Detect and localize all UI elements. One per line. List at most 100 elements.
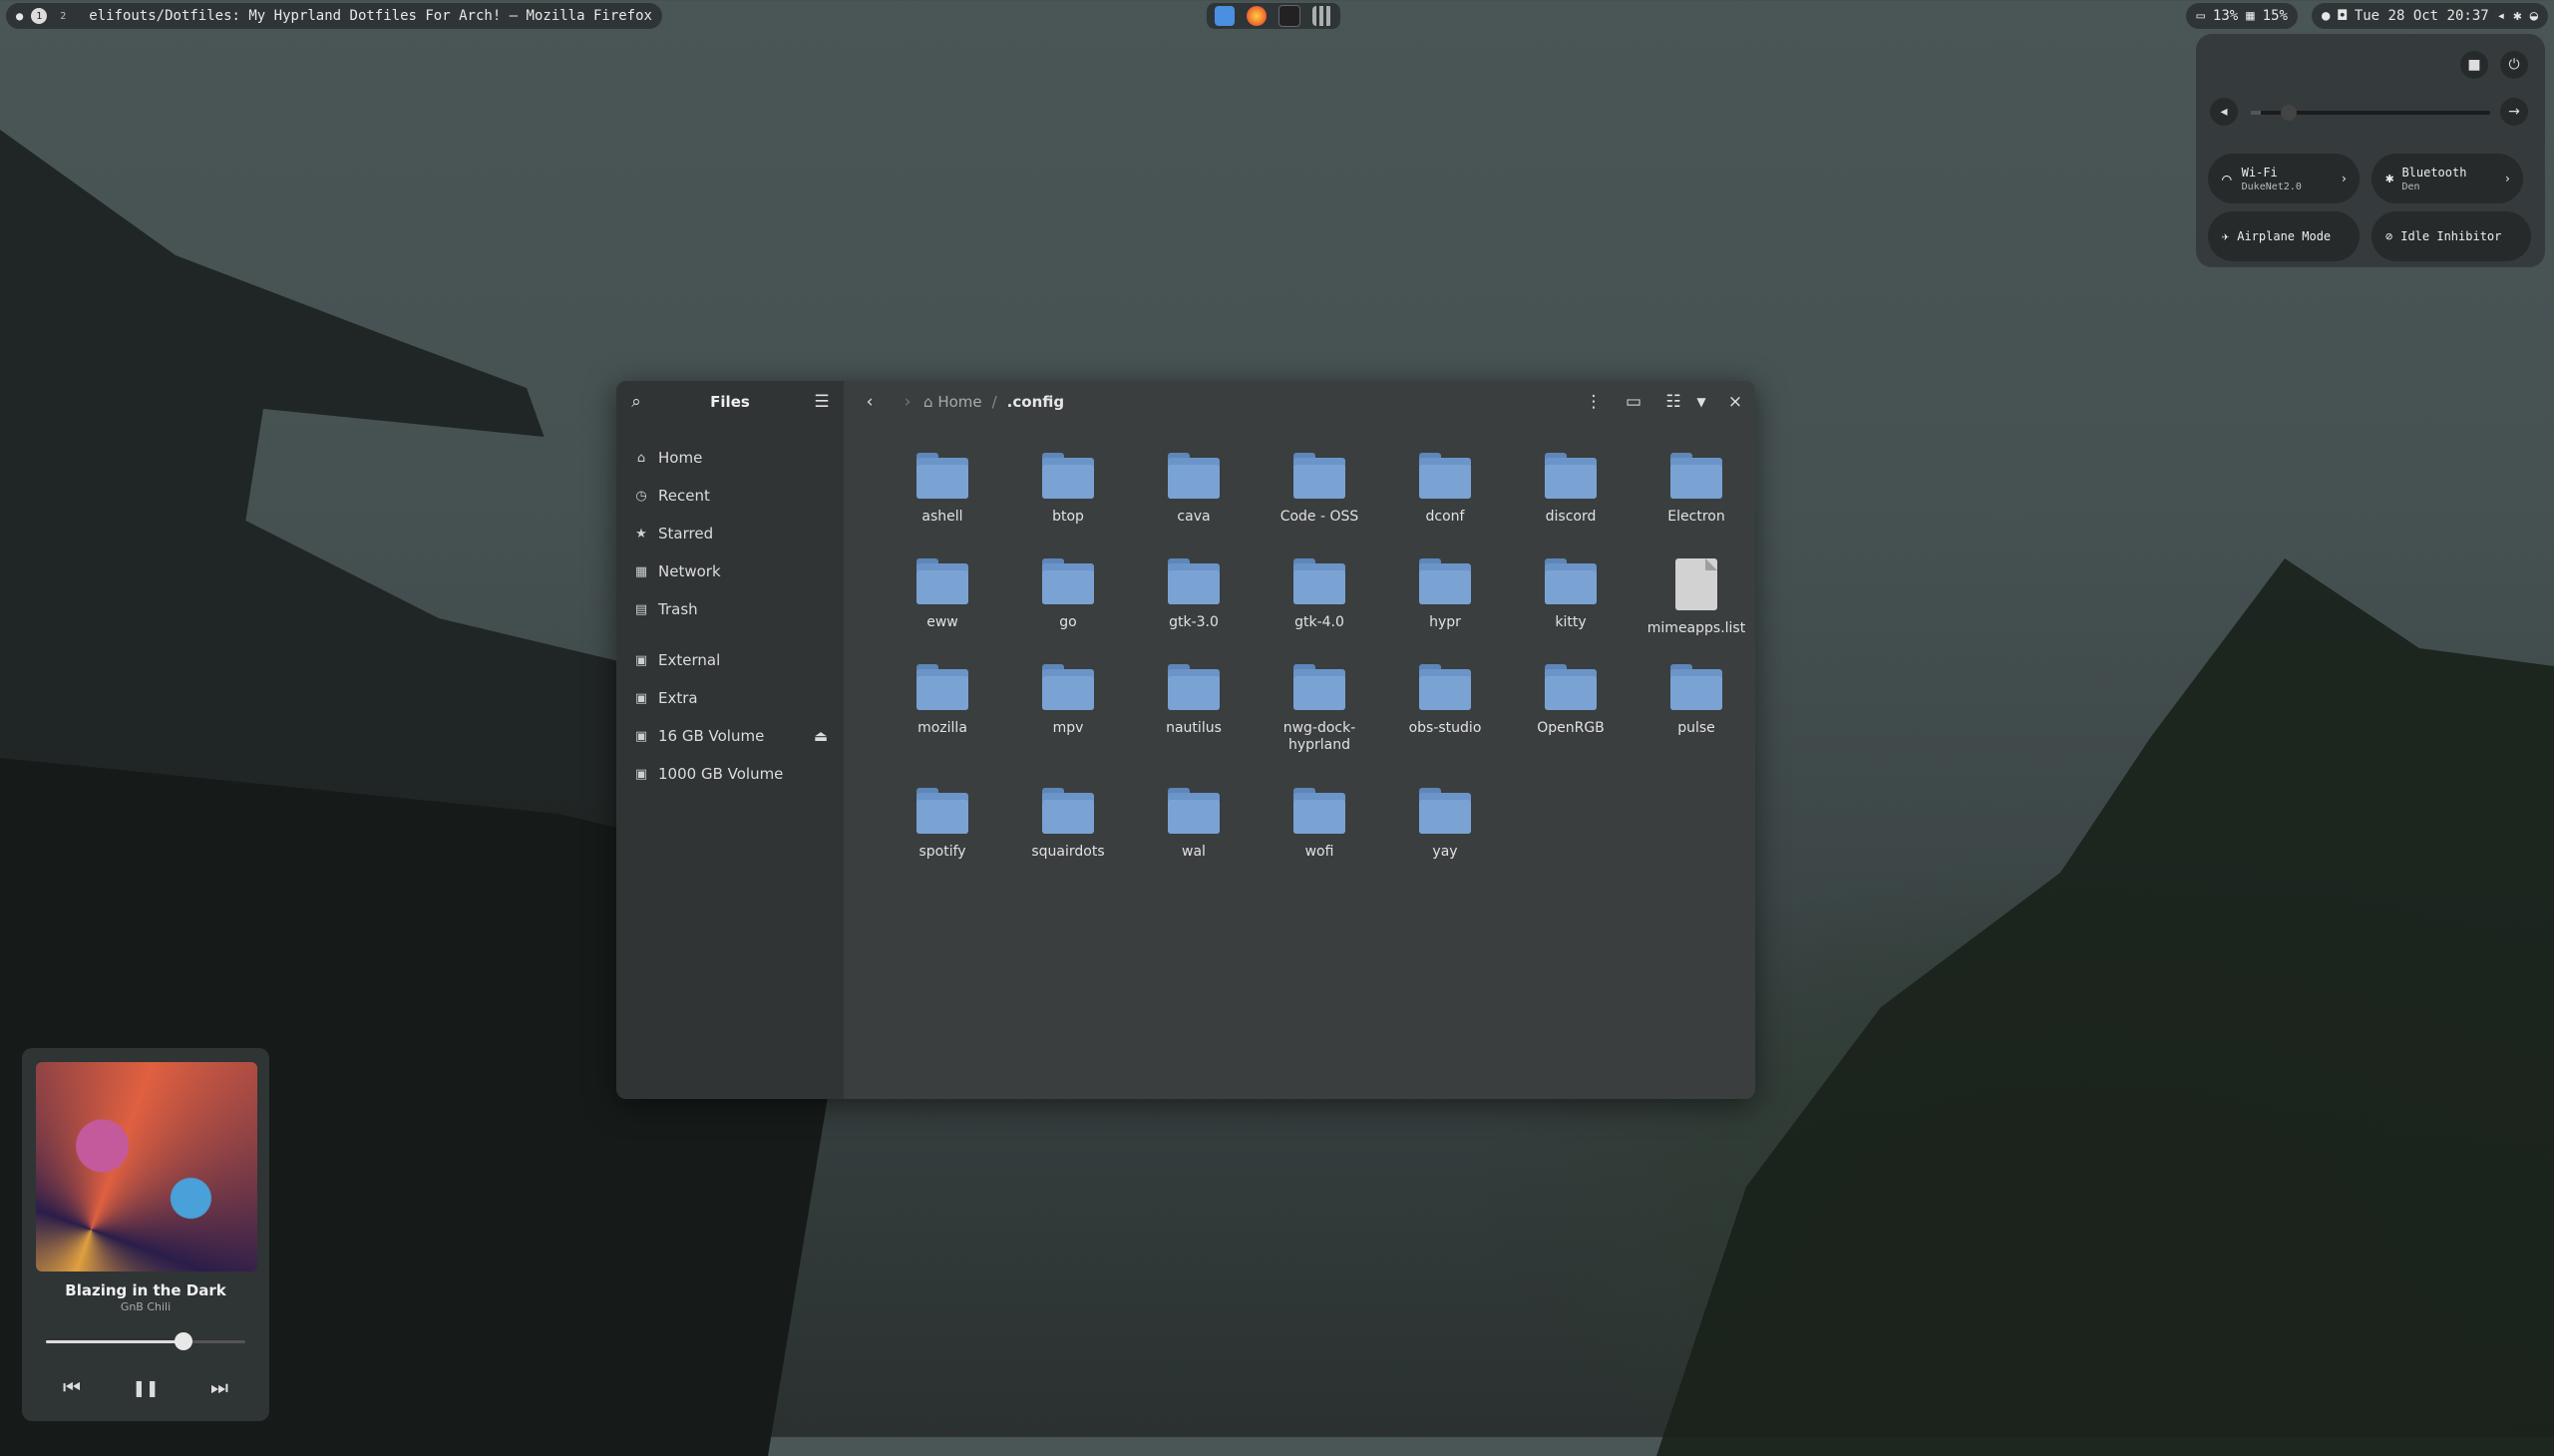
bluetooth-device: Den bbox=[2401, 181, 2420, 192]
folder-item[interactable]: kitty bbox=[1508, 558, 1634, 631]
item-name: Code - OSS bbox=[1279, 509, 1359, 525]
folder-icon bbox=[1293, 788, 1345, 834]
main-menu-button[interactable]: ☰ bbox=[808, 389, 836, 415]
sidebar-item-trash[interactable]: ▤ Trash bbox=[634, 594, 834, 624]
wifi-tile[interactable]: ◠ Wi-Fi DukeNet2.0 › bbox=[2208, 154, 2360, 203]
terminal-app-icon[interactable] bbox=[1278, 5, 1300, 27]
eject-icon[interactable]: ⏏ bbox=[814, 727, 828, 745]
breadcrumb-home-label: Home bbox=[937, 393, 982, 411]
system-stats[interactable]: ▭ 13% ▦ 15% bbox=[2186, 3, 2298, 29]
breadcrumb-current[interactable]: .config bbox=[1007, 393, 1064, 411]
sidebar-item-label: 1000 GB Volume bbox=[658, 765, 784, 783]
folder-item[interactable]: Electron bbox=[1634, 453, 1755, 526]
file-item[interactable]: mimeapps.list bbox=[1634, 558, 1755, 637]
clock-pill[interactable]: ● ◘ Tue 28 Oct 20:37 ◂ ✱ ◒ bbox=[2311, 3, 2548, 29]
item-name: mimeapps.list bbox=[1646, 620, 1746, 636]
folder-item[interactable]: discord bbox=[1508, 453, 1634, 526]
power-button[interactable]: ⏻ bbox=[2500, 51, 2528, 79]
sidebar-item-starred[interactable]: ★ Starred bbox=[634, 519, 834, 548]
item-name: Electron bbox=[1667, 509, 1725, 525]
item-name: obs-studio bbox=[1408, 720, 1482, 736]
volume-mute-button[interactable]: ◂ bbox=[2210, 98, 2238, 126]
next-button[interactable]: ⏭ bbox=[201, 1369, 237, 1405]
files-app-icon[interactable] bbox=[1215, 6, 1235, 26]
firefox-app-icon[interactable] bbox=[1247, 6, 1267, 26]
chevron-right-icon[interactable]: › bbox=[2341, 172, 2348, 185]
folder-item[interactable]: hypr bbox=[1382, 558, 1508, 631]
workspace-2[interactable]: 2 bbox=[55, 8, 71, 24]
sidebar-item-external[interactable]: ▣ External bbox=[634, 645, 834, 675]
item-name: kitty bbox=[1555, 614, 1587, 630]
sidebar-item-home[interactable]: ⌂ Home bbox=[634, 443, 834, 473]
item-name: mozilla bbox=[917, 720, 967, 736]
sidebar-item-16-gb-volume[interactable]: ▣ 16 GB Volume ⏏ bbox=[634, 721, 834, 751]
progress-knob[interactable] bbox=[175, 1332, 192, 1350]
folder-icon bbox=[1419, 788, 1471, 834]
folder-item[interactable]: cava bbox=[1131, 453, 1257, 526]
more-options-button[interactable]: ⋮ bbox=[1580, 389, 1608, 415]
breadcrumb-home[interactable]: ⌂ Home bbox=[923, 393, 982, 411]
folder-icon bbox=[916, 788, 968, 834]
folder-icon bbox=[1042, 453, 1094, 499]
folder-item[interactable]: spotify bbox=[880, 788, 1005, 861]
arch-logo-icon[interactable]: ● bbox=[16, 9, 23, 23]
sidebar-item-extra[interactable]: ▣ Extra bbox=[634, 683, 834, 713]
folder-item[interactable]: yay bbox=[1382, 788, 1508, 861]
folder-icon bbox=[1168, 788, 1220, 834]
clock-icon: ◷ bbox=[635, 488, 647, 504]
chevron-right-icon[interactable]: › bbox=[2504, 172, 2511, 185]
sidebar-item-network[interactable]: ▦ Network bbox=[634, 556, 834, 586]
folder-item[interactable]: ashell bbox=[880, 453, 1005, 526]
wallpaper-trees bbox=[1656, 558, 2554, 1456]
sidebar-item-label: Network bbox=[658, 562, 721, 580]
folder-item[interactable]: eww bbox=[880, 558, 1005, 631]
item-name: dconf bbox=[1425, 509, 1465, 525]
folder-icon bbox=[1293, 664, 1345, 710]
pause-button[interactable]: ❚❚ bbox=[128, 1369, 164, 1405]
sidebar-item-recent[interactable]: ◷ Recent bbox=[634, 481, 834, 511]
folder-icon bbox=[1168, 453, 1220, 499]
app-grid-icon[interactable] bbox=[1312, 6, 1332, 26]
status-area: ▭ 13% ▦ 15% ● ◘ Tue 28 Oct 20:37 ◂ ✱ ◒ bbox=[2186, 3, 2548, 29]
forward-button[interactable]: › bbox=[894, 389, 921, 415]
folder-item[interactable]: squairdots bbox=[1005, 788, 1131, 861]
new-folder-button[interactable]: ▭ bbox=[1620, 389, 1647, 415]
view-options-dropdown[interactable]: ▼ bbox=[1687, 389, 1715, 415]
monitor-icon: ▭ bbox=[2196, 8, 2205, 24]
folder-item[interactable]: gtk-3.0 bbox=[1131, 558, 1257, 631]
folder-item[interactable]: nwg-dock-hyprland bbox=[1257, 664, 1382, 754]
view-toggle-button[interactable]: ☷ bbox=[1659, 389, 1687, 415]
folder-item[interactable]: dconf bbox=[1382, 453, 1508, 526]
bluetooth-tile[interactable]: ✱ Bluetooth Den › bbox=[2372, 154, 2523, 203]
volume-slider[interactable] bbox=[2251, 105, 2490, 121]
album-art bbox=[36, 1062, 257, 1272]
item-name: nautilus bbox=[1166, 720, 1222, 736]
folder-item[interactable]: gtk-4.0 bbox=[1257, 558, 1382, 631]
folder-item[interactable]: wofi bbox=[1257, 788, 1382, 861]
back-button[interactable]: ‹ bbox=[856, 389, 884, 415]
folder-item[interactable]: go bbox=[1005, 558, 1131, 631]
idle-inhibitor-tile[interactable]: ⊘ Idle Inhibitor bbox=[2372, 211, 2531, 261]
item-name: mpv bbox=[1052, 720, 1084, 736]
folder-icon bbox=[916, 558, 968, 604]
airplane-icon: ✈ bbox=[2222, 229, 2230, 243]
folder-item[interactable]: mozilla bbox=[880, 664, 1005, 737]
playback-progress[interactable] bbox=[46, 1332, 245, 1350]
workspace-bar: ● 1 2 elifouts/Dotfiles: My Hyprland Dot… bbox=[6, 3, 662, 29]
folder-item[interactable]: mpv bbox=[1005, 664, 1131, 737]
folder-item[interactable]: wal bbox=[1131, 788, 1257, 861]
folder-item[interactable]: pulse bbox=[1634, 664, 1755, 737]
close-button[interactable]: × bbox=[1721, 389, 1749, 415]
folder-icon bbox=[1042, 664, 1094, 710]
folder-item[interactable]: OpenRGB bbox=[1508, 664, 1634, 737]
airplane-mode-tile[interactable]: ✈ Airplane Mode bbox=[2208, 211, 2360, 261]
sidebar-item-1000-gb-volume[interactable]: ▣ 1000 GB Volume bbox=[634, 759, 834, 789]
previous-button[interactable]: ⏮ bbox=[54, 1369, 90, 1405]
audio-output-arrow-button[interactable]: → bbox=[2500, 98, 2528, 126]
folder-item[interactable]: obs-studio bbox=[1382, 664, 1508, 737]
folder-item[interactable]: nautilus bbox=[1131, 664, 1257, 737]
folder-item[interactable]: Code - OSS bbox=[1257, 453, 1382, 526]
workspace-1[interactable]: 1 bbox=[31, 8, 48, 24]
lock-button[interactable]: ■ bbox=[2460, 51, 2488, 79]
folder-item[interactable]: btop bbox=[1005, 453, 1131, 526]
